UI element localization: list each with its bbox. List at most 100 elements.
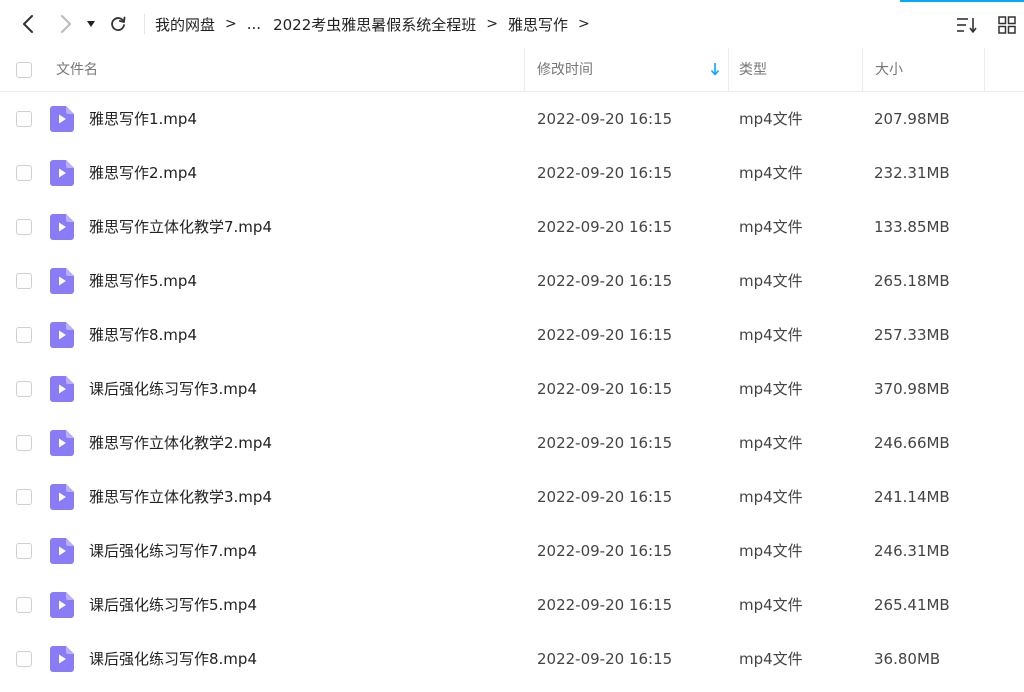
file-modified-time: 2022-09-20 16:15 (537, 488, 673, 506)
file-type: mp4文件 (739, 272, 803, 290)
file-name[interactable]: 雅思写作1.mp4 (89, 92, 197, 146)
file-type: mp4文件 (739, 434, 803, 452)
file-checkbox[interactable] (16, 381, 32, 397)
file-size: 36.80MB (874, 650, 941, 668)
file-size: 241.14MB (874, 488, 950, 506)
video-file-icon (50, 376, 74, 402)
file-modified-time: 2022-09-20 16:15 (537, 326, 673, 344)
column-header-type[interactable]: 类型 (728, 48, 862, 92)
file-modified-time: 2022-09-20 16:15 (537, 650, 673, 668)
grid-view-icon (998, 16, 1016, 34)
grid-view-button[interactable] (994, 12, 1020, 38)
breadcrumb-root[interactable]: 我的网盘 (155, 14, 215, 35)
file-row[interactable]: 雅思写作8.mp4 2022-09-20 16:15 mp4文件 257.33M… (0, 308, 1024, 362)
file-modified-time: 2022-09-20 16:15 (537, 272, 673, 290)
file-name[interactable]: 雅思写作8.mp4 (89, 308, 197, 362)
file-type: mp4文件 (739, 380, 803, 398)
breadcrumb-separator: > (486, 16, 498, 32)
file-type: mp4文件 (739, 596, 803, 614)
file-size: 246.31MB (874, 542, 950, 560)
breadcrumb-course-folder[interactable]: 2022考虫雅思暑假系统全程班 (273, 14, 476, 35)
file-row[interactable]: 雅思写作立体化教学7.mp4 2022-09-20 16:15 mp4文件 13… (0, 200, 1024, 254)
video-file-icon (50, 214, 74, 240)
column-header-spacer (984, 48, 1024, 92)
breadcrumb-separator: > (578, 16, 590, 32)
file-modified-time: 2022-09-20 16:15 (537, 110, 673, 128)
file-checkbox[interactable] (16, 543, 32, 559)
file-type: mp4文件 (739, 218, 803, 236)
file-checkbox[interactable] (16, 111, 32, 127)
file-name[interactable]: 课后强化练习写作8.mp4 (89, 632, 257, 686)
file-checkbox[interactable] (16, 327, 32, 343)
file-checkbox[interactable] (16, 435, 32, 451)
video-file-icon (50, 160, 74, 186)
file-modified-time: 2022-09-20 16:15 (537, 380, 673, 398)
file-name[interactable]: 课后强化练习写作3.mp4 (89, 362, 257, 416)
file-row[interactable]: 课后强化练习写作8.mp4 2022-09-20 16:15 mp4文件 36.… (0, 632, 1024, 686)
select-all-checkbox[interactable] (16, 62, 32, 78)
file-checkbox[interactable] (16, 219, 32, 235)
file-row[interactable]: 雅思写作1.mp4 2022-09-20 16:15 mp4文件 207.98M… (0, 92, 1024, 146)
file-name[interactable]: 课后强化练习写作5.mp4 (89, 578, 257, 632)
file-name[interactable]: 课后强化练习写作7.mp4 (89, 524, 257, 578)
video-file-icon (50, 322, 74, 348)
file-size: 257.33MB (874, 326, 950, 344)
column-header-name[interactable]: 文件名 (56, 48, 524, 92)
back-button[interactable] (14, 10, 42, 38)
file-row[interactable]: 雅思写作5.mp4 2022-09-20 16:15 mp4文件 265.18M… (0, 254, 1024, 308)
sort-descending-icon (710, 63, 720, 76)
file-name[interactable]: 雅思写作立体化教学7.mp4 (89, 200, 272, 254)
file-row[interactable]: 雅思写作立体化教学3.mp4 2022-09-20 16:15 mp4文件 24… (0, 470, 1024, 524)
back-icon (23, 15, 33, 33)
refresh-button[interactable] (104, 10, 132, 38)
dropdown-icon (87, 21, 95, 27)
file-size: 207.98MB (874, 110, 950, 128)
file-name[interactable]: 雅思写作5.mp4 (89, 254, 197, 308)
video-file-icon (50, 430, 74, 456)
file-modified-time: 2022-09-20 16:15 (537, 596, 673, 614)
video-file-icon (50, 592, 74, 618)
forward-button[interactable] (52, 10, 80, 38)
file-size: 265.18MB (874, 272, 950, 290)
file-checkbox[interactable] (16, 489, 32, 505)
file-checkbox[interactable] (16, 651, 32, 667)
file-type: mp4文件 (739, 488, 803, 506)
video-file-icon (50, 646, 74, 672)
sort-list-icon (957, 18, 977, 33)
breadcrumb-ellipsis[interactable]: ... (247, 15, 261, 33)
top-toolbar: 我的网盘 > ... 2022考虫雅思暑假系统全程班 > 雅思写作 > (0, 0, 1024, 48)
file-type: mp4文件 (739, 164, 803, 182)
file-name[interactable]: 雅思写作2.mp4 (89, 146, 197, 200)
file-row[interactable]: 雅思写作2.mp4 2022-09-20 16:15 mp4文件 232.31M… (0, 146, 1024, 200)
file-modified-time: 2022-09-20 16:15 (537, 164, 673, 182)
file-list-header: 文件名 修改时间 类型 大小 (0, 48, 1024, 92)
column-header-modified-label: 修改时间 (537, 62, 593, 78)
breadcrumb-separator: > (225, 16, 237, 32)
history-dropdown-button[interactable] (82, 10, 100, 38)
column-header-modified[interactable]: 修改时间 (524, 48, 728, 92)
file-modified-time: 2022-09-20 16:15 (537, 434, 673, 452)
file-checkbox[interactable] (16, 165, 32, 181)
file-type: mp4文件 (739, 326, 803, 344)
file-checkbox[interactable] (16, 273, 32, 289)
file-row[interactable]: 课后强化练习写作5.mp4 2022-09-20 16:15 mp4文件 265… (0, 578, 1024, 632)
file-row[interactable]: 课后强化练习写作3.mp4 2022-09-20 16:15 mp4文件 370… (0, 362, 1024, 416)
breadcrumb-current-folder[interactable]: 雅思写作 (508, 14, 568, 35)
column-header-size[interactable]: 大小 (862, 48, 984, 92)
sort-list-button[interactable] (954, 12, 980, 38)
file-size: 133.85MB (874, 218, 950, 236)
breadcrumb: 我的网盘 > ... 2022考虫雅思暑假系统全程班 > 雅思写作 > (155, 14, 600, 35)
view-tools (954, 12, 1020, 38)
file-row[interactable]: 课后强化练习写作7.mp4 2022-09-20 16:15 mp4文件 246… (0, 524, 1024, 578)
file-type: mp4文件 (739, 650, 803, 668)
file-name[interactable]: 雅思写作立体化教学3.mp4 (89, 470, 272, 524)
file-size: 246.66MB (874, 434, 950, 452)
video-file-icon (50, 268, 74, 294)
file-checkbox[interactable] (16, 597, 32, 613)
forward-icon (61, 15, 71, 33)
file-size: 232.31MB (874, 164, 950, 182)
file-row[interactable]: 雅思写作立体化教学2.mp4 2022-09-20 16:15 mp4文件 24… (0, 416, 1024, 470)
file-size: 370.98MB (874, 380, 950, 398)
file-modified-time: 2022-09-20 16:15 (537, 542, 673, 560)
file-name[interactable]: 雅思写作立体化教学2.mp4 (89, 416, 272, 470)
